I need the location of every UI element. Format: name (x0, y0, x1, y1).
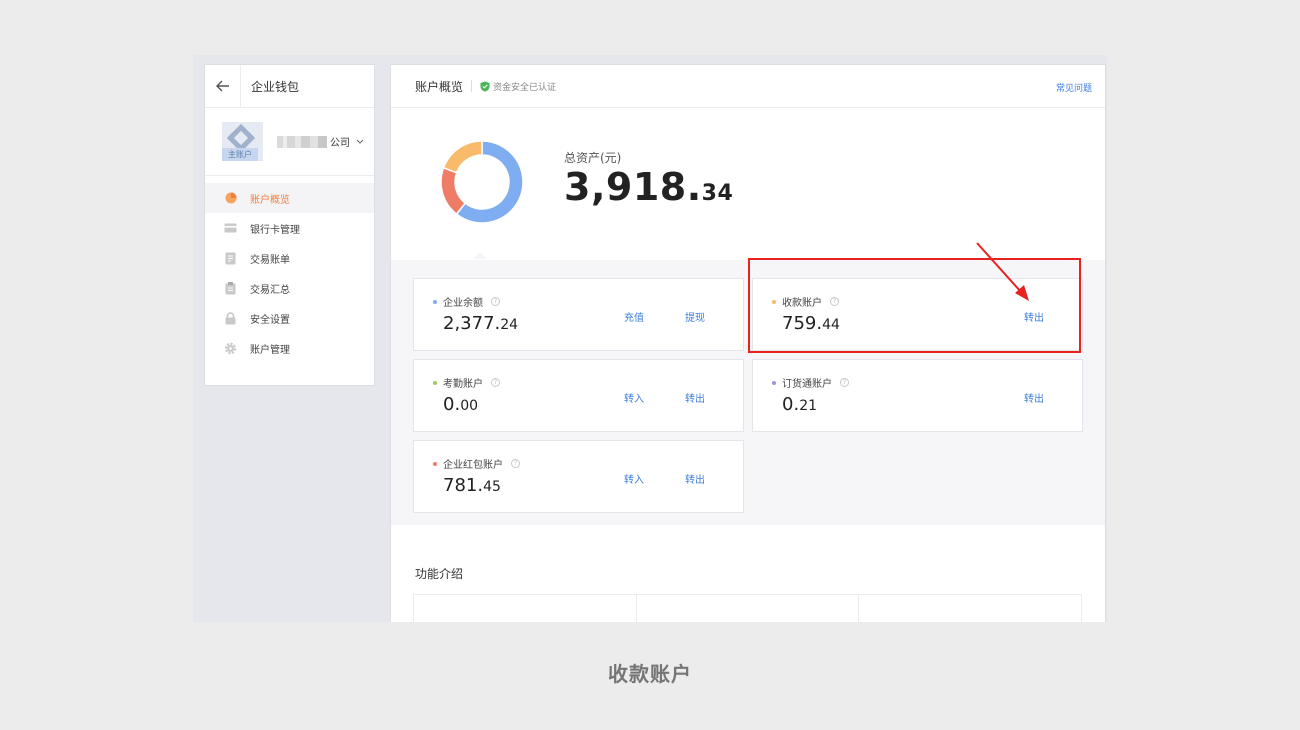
account-label: 企业余额 (443, 298, 483, 309)
help-icon[interactable]: ? (511, 459, 520, 468)
sidebar-item-label: 交易汇总 (250, 284, 290, 296)
donut-slice (440, 166, 467, 216)
page-title: 账户概览 (415, 79, 464, 94)
transfer-out-button[interactable]: 转出 (1024, 390, 1044, 405)
total-assets-label: 总资产(元) (564, 151, 622, 165)
sidebar-item-transactions[interactable]: 交易账单 (205, 243, 374, 273)
caption: 收款账户 (608, 662, 692, 686)
back-arrow-icon[interactable] (205, 65, 241, 107)
legend-dot (772, 380, 776, 385)
sidebar-item-account-mgmt[interactable]: 账户管理 (205, 333, 374, 363)
annotation-arrow-icon (976, 242, 1029, 301)
sidebar-item-summary[interactable]: 交易汇总 (205, 273, 374, 303)
sidebar-item-overview[interactable]: 账户概览 (205, 183, 374, 213)
features-title: 功能介绍 (415, 567, 464, 581)
sidebar-item-label: 账户概览 (250, 194, 290, 206)
legend-dot (433, 380, 437, 385)
account-card-attendance: 考勤账户? 0.00 转入 转出 (413, 359, 744, 432)
main-header: 账户概览 资金安全已认证 常见问题 (391, 65, 1105, 108)
document-icon (224, 252, 237, 265)
security-status: 资金安全已认证 (480, 80, 556, 93)
sidebar-nav: 账户概览 银行卡管理 交易账单 交易汇总 安全设置 账户管理 (205, 176, 374, 363)
account-amount: 2,377.24 (443, 313, 519, 334)
feature-cell[interactable] (859, 595, 1081, 622)
chevron-down-icon (356, 139, 364, 144)
faq-link[interactable]: 常见问题 (1056, 81, 1092, 94)
sidebar-item-label: 账户管理 (250, 344, 290, 356)
company-suffix: 公司 (330, 138, 350, 149)
account-card-ordering: 订货通账户? 0.21 转出 (752, 359, 1083, 432)
security-text: 资金安全已认证 (493, 82, 557, 93)
company-switcher[interactable]: 主账户 公司 (205, 108, 374, 176)
features-grid (413, 594, 1082, 622)
account-card-enterprise-balance: 企业余额? 2,377.24 充值 提现 (413, 278, 744, 351)
transfer-in-button[interactable]: 转入 (624, 471, 644, 486)
card-icon (224, 222, 237, 235)
account-label: 订货通账户 (782, 379, 832, 390)
help-icon[interactable]: ? (491, 378, 500, 387)
sidebar-header: 企业钱包 (205, 65, 374, 108)
account-amount: 0.00 (443, 394, 479, 415)
feature-cell[interactable] (637, 595, 860, 622)
sidebar-item-security[interactable]: 安全设置 (205, 303, 374, 333)
pie-chart-icon (224, 192, 237, 205)
account-amount: 0.21 (782, 394, 818, 415)
shield-check-icon (480, 81, 490, 91)
asset-donut-chart (440, 140, 524, 224)
sidebar-item-label: 安全设置 (250, 314, 290, 326)
clipboard-icon (224, 281, 237, 295)
transfer-out-button[interactable]: 转出 (685, 390, 705, 405)
withdraw-button[interactable]: 提现 (685, 309, 705, 324)
lock-icon (224, 311, 237, 325)
sidebar: 企业钱包 主账户 公司 账户概览 银行卡管理 交易账单 交易汇总 安全设置 账户… (204, 64, 375, 386)
transfer-in-button[interactable]: 转入 (624, 390, 644, 405)
sidebar-item-bank-cards[interactable]: 银行卡管理 (205, 213, 374, 243)
sidebar-item-label: 银行卡管理 (250, 224, 300, 236)
account-label: 企业红包账户 (443, 460, 503, 471)
help-icon[interactable]: ? (840, 378, 849, 387)
legend-dot (433, 461, 437, 466)
blurred-name (277, 135, 327, 148)
account-card-red-packet: 企业红包账户? 781.45 转入 转出 (413, 440, 744, 513)
avatar: 主账户 (222, 122, 263, 161)
feature-cell[interactable] (414, 595, 637, 622)
gear-icon (224, 342, 237, 355)
sidebar-title: 企业钱包 (251, 79, 300, 94)
recharge-button[interactable]: 充值 (624, 309, 644, 324)
company-name[interactable]: 公司 (277, 134, 364, 149)
main-account-badge: 主账户 (222, 148, 258, 161)
sidebar-item-label: 交易账单 (250, 254, 290, 266)
account-amount: 781.45 (443, 475, 501, 496)
legend-dot (433, 299, 437, 304)
transfer-out-button[interactable]: 转出 (685, 471, 705, 486)
total-assets-value: 3,918.34 (564, 165, 734, 209)
divider (471, 80, 473, 92)
account-label: 考勤账户 (443, 379, 483, 390)
help-icon[interactable]: ? (491, 297, 500, 306)
pointer-caret (473, 252, 487, 259)
donut-slice (442, 140, 483, 174)
overview-section: 总资产(元) 3,918.34 (391, 108, 1105, 259)
